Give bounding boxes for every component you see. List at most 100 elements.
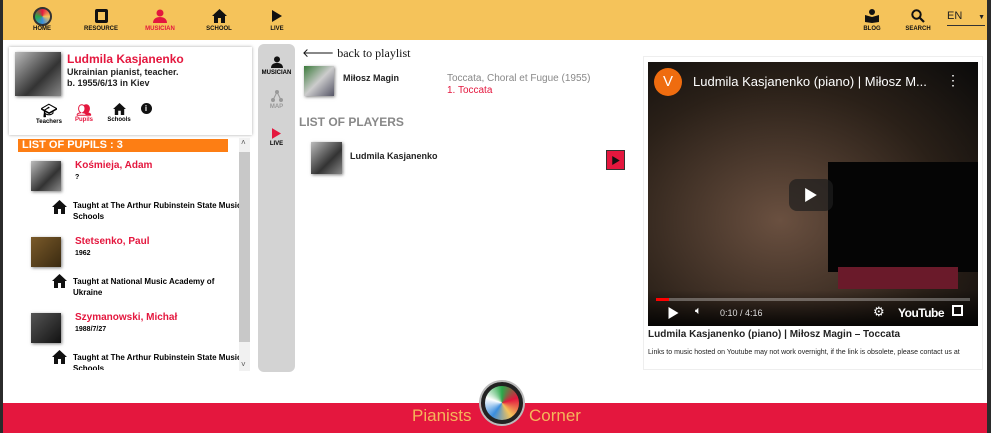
list-item[interactable]: Kośmieja, Adam ? Taught at The Arthur Ru…: [11, 152, 239, 227]
profile-name: Ludmila Kasjanenko: [67, 52, 184, 66]
pupil-name[interactable]: Szymanowski, Michał: [75, 312, 177, 323]
big-play-button[interactable]: [789, 179, 833, 211]
video-panel: V Ludmila Kasjanenko (piano) | Miłosz M.…: [643, 56, 983, 370]
pupil-photo: [31, 313, 61, 343]
search-icon: [911, 9, 925, 23]
volume-icon[interactable]: 🔈︎: [695, 305, 702, 318]
side-nav-map[interactable]: MAP: [258, 90, 295, 110]
nav-label: BLOG: [863, 26, 881, 32]
stage-carpet: [838, 267, 958, 289]
channel-avatar[interactable]: V: [654, 68, 682, 96]
pupil-school: Taught at The Arthur Rubinstein State Mu…: [73, 201, 239, 221]
play-player-button[interactable]: [606, 150, 625, 170]
nav-label: RESOURCE: [83, 26, 118, 32]
header: HOME RESOURCE MUSICIAN SCHOOL LIVE BLOG …: [3, 0, 987, 40]
nav-school[interactable]: SCHOOL: [191, 6, 247, 32]
profile-card: Ludmila Kasjanenko Ukrainian pianist, te…: [9, 47, 252, 135]
people-icon: 👥︎: [76, 103, 92, 117]
chevron-down-icon[interactable]: ˅: [241, 360, 246, 369]
nav-home[interactable]: HOME: [14, 6, 70, 32]
play-icon[interactable]: [668, 307, 679, 319]
composer-photo: [304, 66, 334, 96]
player-name[interactable]: Ludmila Kasjanenko: [350, 151, 438, 161]
side-nav: MUSICIAN MAP LIVE: [258, 44, 295, 372]
progress-bar[interactable]: [656, 298, 970, 301]
play-icon: [805, 188, 817, 202]
video-caption: Ludmila Kasjanenko (piano) | Miłosz Magi…: [648, 329, 901, 340]
nav-blog[interactable]: BLOG: [847, 6, 897, 32]
nav-resource[interactable]: RESOURCE: [73, 6, 129, 32]
player-photo: [311, 142, 342, 174]
nav-label: SCHOOL: [206, 26, 232, 32]
pupil-name[interactable]: Stetsenko, Paul: [75, 236, 149, 247]
graduation-cap-icon: 🎓︎: [40, 103, 58, 118]
pupil-photo: [31, 237, 61, 267]
pupil-year: 1962: [75, 250, 91, 257]
composer-name[interactable]: Miłosz Magin: [343, 73, 399, 83]
pupil-list: Kośmieja, Adam ? Taught at The Arthur Ru…: [11, 152, 239, 370]
caret-down-icon: ▼: [978, 14, 985, 21]
tab-pupils[interactable]: 👥︎ Pupils: [69, 103, 99, 123]
list-item[interactable]: Szymanowski, Michał 1988/7/27 Taught at …: [11, 304, 239, 370]
play-icon: [272, 10, 282, 22]
nav-label: HOME: [33, 26, 51, 32]
person-icon: [270, 56, 283, 68]
footer-logo[interactable]: [481, 382, 523, 424]
youtube-logo[interactable]: YouTube: [898, 306, 945, 320]
pupil-name[interactable]: Kośmieja, Adam: [75, 160, 152, 171]
arrow-left-icon: 🡐: [302, 46, 335, 60]
side-nav-musician[interactable]: MUSICIAN: [258, 56, 295, 76]
play-icon: [272, 128, 281, 139]
language-select[interactable]: EN ▼: [947, 10, 985, 26]
profile-photo: [15, 52, 61, 96]
scrollbar[interactable]: ˄ ˅: [239, 138, 250, 371]
footer-brand-right: Corner: [529, 406, 581, 425]
movement-title[interactable]: 1. Toccata: [447, 85, 492, 96]
piano-shape: [828, 162, 978, 272]
book-reader-icon: [865, 9, 879, 23]
list-item[interactable]: Stetsenko, Paul 1962 Taught at National …: [11, 228, 239, 303]
house-icon: [52, 200, 67, 214]
time-display: 0:10 / 4:16: [720, 308, 763, 318]
nav-musician[interactable]: MUSICIAN: [132, 6, 188, 32]
tab-schools[interactable]: Schools: [104, 103, 134, 123]
fullscreen-icon[interactable]: [952, 305, 963, 316]
more-icon[interactable]: ⋮: [946, 72, 960, 89]
pupil-year: ?: [75, 174, 80, 181]
pupils-header: LIST OF PUPILS : 3: [18, 139, 228, 152]
profile-born: b. 1955/6/13 in Kiev: [67, 78, 150, 88]
nav-live[interactable]: LIVE: [249, 6, 305, 32]
video-title[interactable]: Ludmila Kasjanenko (piano) | Miłosz M...: [693, 74, 927, 89]
network-icon: [270, 90, 283, 102]
nav-label: MUSICIAN: [145, 26, 175, 32]
side-nav-live[interactable]: LIVE: [258, 128, 295, 147]
logo-icon: [32, 6, 52, 26]
pupil-year: 1988/7/27: [75, 326, 107, 333]
scrollbar-thumb[interactable]: [239, 152, 250, 342]
library-icon: [94, 9, 108, 23]
back-to-playlist-link[interactable]: 🡐 back to playlist: [302, 45, 411, 61]
info-button[interactable]: i: [131, 103, 161, 114]
video-note: Links to music hosted on Youtube may not…: [648, 349, 960, 356]
play-icon: [611, 155, 620, 165]
players-header: LIST OF PLAYERS: [299, 115, 404, 129]
settings-icon[interactable]: ⚙: [873, 304, 885, 320]
page: HOME RESOURCE MUSICIAN SCHOOL LIVE BLOG …: [3, 0, 987, 433]
info-icon: i: [140, 103, 152, 114]
profile-desc: Ukrainian pianist, teacher.: [67, 67, 179, 77]
progress-fill: [656, 298, 669, 301]
pupil-photo: [31, 161, 61, 191]
chevron-up-icon[interactable]: ˄: [241, 138, 246, 147]
pupil-school: Taught at The Arthur Rubinstein State Mu…: [73, 353, 239, 370]
house-icon: [52, 274, 67, 288]
house-icon: [211, 9, 227, 23]
nav-search[interactable]: SEARCH: [893, 6, 943, 32]
work-title: Toccata, Choral et Fugue (1955): [447, 73, 591, 84]
person-icon: [153, 9, 167, 23]
video-player[interactable]: V Ludmila Kasjanenko (piano) | Miłosz M.…: [648, 62, 978, 326]
tab-teachers[interactable]: 🎓︎ Teachers: [34, 103, 64, 125]
nav-label: SEARCH: [905, 26, 931, 32]
house-icon: [104, 103, 134, 117]
nav-label: LIVE: [270, 26, 284, 32]
footer-brand-left: Pianists: [412, 406, 472, 425]
